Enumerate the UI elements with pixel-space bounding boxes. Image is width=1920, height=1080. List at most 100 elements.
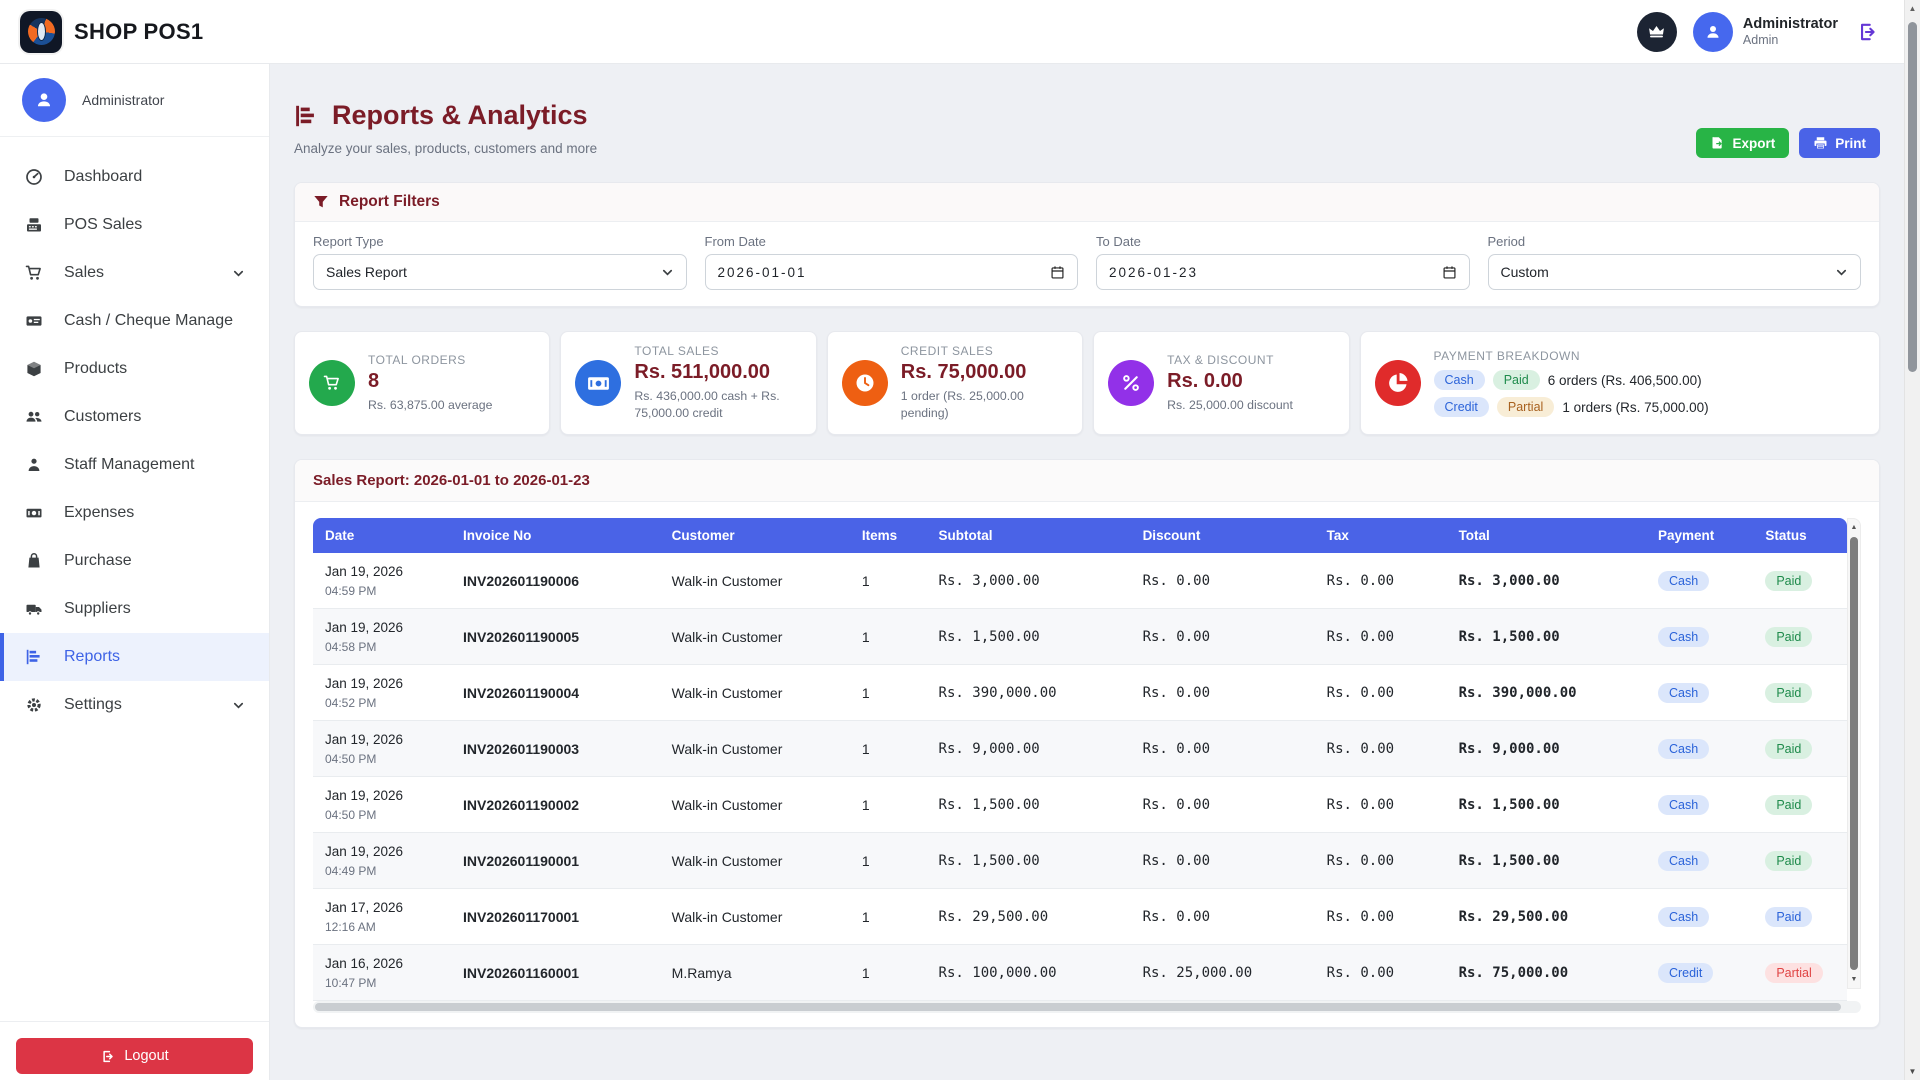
sidebar-item-label: Reports xyxy=(64,648,120,666)
scroll-down-arrow[interactable]: ▼ xyxy=(1848,976,1860,983)
payment-badge: Cash xyxy=(1658,739,1709,759)
cell-total: Rs. 29,500.00 xyxy=(1447,889,1646,945)
cell-date: Jan 16, 202610:47 PM xyxy=(313,945,451,1001)
cell-customer: Walk-in Customer xyxy=(660,833,850,889)
payment-badge: Cash xyxy=(1658,907,1709,927)
row-date: Jan 19, 2026 xyxy=(325,844,439,859)
sidebar-item-reports[interactable]: Reports xyxy=(0,633,269,681)
sidebar-item-label: Settings xyxy=(64,696,122,714)
table-horizontal-scrollbar[interactable] xyxy=(313,1001,1861,1013)
payment-badge: Cash xyxy=(1658,683,1709,703)
stat-body: TOTAL ORDERS8Rs. 63,875.00 average xyxy=(368,353,492,414)
print-label: Print xyxy=(1835,136,1866,151)
cell-invoice: INV202601190004 xyxy=(451,665,660,721)
brand: SHOP POS1 xyxy=(20,11,203,53)
print-button[interactable]: Print xyxy=(1799,128,1880,158)
stat-subtext: Rs. 436,000.00 cash + Rs. 75,000.00 cred… xyxy=(634,388,801,422)
scroll-down-arrow[interactable]: ▼ xyxy=(1905,1067,1920,1076)
sidebar-footer: Logout xyxy=(0,1021,269,1080)
stat-body: PAYMENT BREAKDOWNCashPaid6 orders (Rs. 4… xyxy=(1434,349,1709,417)
sidebar-item-suppliers[interactable]: Suppliers xyxy=(0,585,269,633)
stat-body: TOTAL SALESRs. 511,000.00Rs. 436,000.00 … xyxy=(634,344,801,422)
sidebar-item-staff-management[interactable]: Staff Management xyxy=(0,441,269,489)
cell-payment: Cash xyxy=(1646,553,1753,609)
page-scrollbar[interactable]: ▲ ▼ xyxy=(1904,0,1920,1080)
row-time: 04:50 PM xyxy=(325,808,439,822)
stats-row: TOTAL ORDERS8Rs. 63,875.00 average TOTAL … xyxy=(294,331,1880,435)
scrollbar-thumb[interactable] xyxy=(315,1003,1841,1011)
period-select[interactable]: Custom xyxy=(1488,254,1862,290)
scroll-up-arrow[interactable]: ▲ xyxy=(1905,4,1920,13)
sales-report-table: DateInvoice NoCustomerItemsSubtotalDisco… xyxy=(313,518,1847,1001)
cell-tax: Rs. 0.00 xyxy=(1315,945,1447,1001)
sidebar-item-products[interactable]: Products xyxy=(0,345,269,393)
payment-breakdown-text: 6 orders (Rs. 406,500.00) xyxy=(1548,373,1702,388)
cell-tax: Rs. 0.00 xyxy=(1315,889,1447,945)
scroll-up-arrow[interactable]: ▲ xyxy=(1848,524,1860,531)
column-header-items: Items xyxy=(850,518,927,553)
printer-icon xyxy=(1813,136,1828,151)
sidebar-item-expenses[interactable]: Expenses xyxy=(0,489,269,537)
row-date: Jan 19, 2026 xyxy=(325,732,439,747)
sidebar-item-pos-sales[interactable]: POS Sales xyxy=(0,201,269,249)
table-row: Jan 19, 202604:59 PMINV202601190006Walk-… xyxy=(313,553,1847,609)
from-date-input[interactable]: 2026-01-01 xyxy=(705,254,1079,290)
sidebar-item-cash-cheque-manage[interactable]: Cash / Cheque Manage xyxy=(0,297,269,345)
cell-items: 1 xyxy=(850,833,927,889)
column-header-customer: Customer xyxy=(660,518,850,553)
cell-status: Paid xyxy=(1753,665,1847,721)
user-menu[interactable]: Administrator Admin xyxy=(1693,12,1838,52)
chevron-down-icon xyxy=(232,267,245,280)
payment-status-badge: Paid xyxy=(1493,370,1540,390)
sidebar-item-dashboard[interactable]: Dashboard xyxy=(0,153,269,201)
scrollbar-thumb[interactable] xyxy=(1850,537,1858,970)
cell-total: Rs. 1,500.00 xyxy=(1447,833,1646,889)
cell-total: Rs. 1,500.00 xyxy=(1447,777,1646,833)
logout-label: Logout xyxy=(124,1048,168,1064)
sidebar-item-sales[interactable]: Sales xyxy=(0,249,269,297)
logout-icon[interactable] xyxy=(1856,21,1878,43)
cell-tax: Rs. 0.00 xyxy=(1315,665,1447,721)
cell-total: Rs. 75,000.00 xyxy=(1447,945,1646,1001)
cell-subtotal: Rs. 1,500.00 xyxy=(927,777,1131,833)
cell-status: Paid xyxy=(1753,721,1847,777)
cell-subtotal: Rs. 9,000.00 xyxy=(927,721,1131,777)
table-row: Jan 19, 202604:50 PMINV202601190002Walk-… xyxy=(313,777,1847,833)
cell-date: Jan 19, 202604:52 PM xyxy=(313,665,451,721)
cell-tax: Rs. 0.00 xyxy=(1315,721,1447,777)
table-row: Jan 19, 202604:52 PMINV202601190004Walk-… xyxy=(313,665,1847,721)
user-name: Administrator xyxy=(1743,16,1838,33)
stat-value: 8 xyxy=(368,370,492,393)
cell-discount: Rs. 0.00 xyxy=(1131,609,1315,665)
table-row: Jan 19, 202604:58 PMINV202601190005Walk-… xyxy=(313,609,1847,665)
sidebar-profile: Administrator xyxy=(0,64,269,137)
page-subtitle: Analyze your sales, products, customers … xyxy=(294,141,597,156)
export-button[interactable]: Export xyxy=(1696,128,1789,158)
sidebar-item-customers[interactable]: Customers xyxy=(0,393,269,441)
cell-subtotal: Rs. 29,500.00 xyxy=(927,889,1131,945)
to-date-input[interactable]: 2026-01-23 xyxy=(1096,254,1470,290)
to-date-value: 2026-01-23 xyxy=(1109,265,1198,280)
sidebar-item-label: Dashboard xyxy=(64,168,142,186)
report-type-select[interactable]: Sales Report xyxy=(313,254,687,290)
stat-label: PAYMENT BREAKDOWN xyxy=(1434,349,1709,363)
table-scrollbar[interactable]: ▲ ▼ xyxy=(1847,518,1861,989)
row-time: 10:47 PM xyxy=(325,976,439,990)
bar-chart-icon xyxy=(24,648,44,666)
percent-icon xyxy=(1108,360,1154,406)
chevron-down-icon xyxy=(1835,266,1848,279)
crown-button[interactable] xyxy=(1637,12,1677,52)
sidebar-item-label: Cash / Cheque Manage xyxy=(64,312,233,330)
sidebar-item-settings[interactable]: Settings xyxy=(0,681,269,729)
row-date: Jan 19, 2026 xyxy=(325,620,439,635)
stat-value: Rs. 511,000.00 xyxy=(634,361,801,384)
row-date: Jan 19, 2026 xyxy=(325,676,439,691)
cell-subtotal: Rs. 3,000.00 xyxy=(927,553,1131,609)
topbar-right: Administrator Admin xyxy=(1637,12,1878,52)
scrollbar-thumb[interactable] xyxy=(1908,22,1917,372)
logout-button[interactable]: Logout xyxy=(16,1038,253,1074)
row-time: 04:58 PM xyxy=(325,640,439,654)
sidebar-item-purchase[interactable]: Purchase xyxy=(0,537,269,585)
chevron-down-icon xyxy=(232,699,245,712)
sidebar-item-label: Expenses xyxy=(64,504,134,522)
